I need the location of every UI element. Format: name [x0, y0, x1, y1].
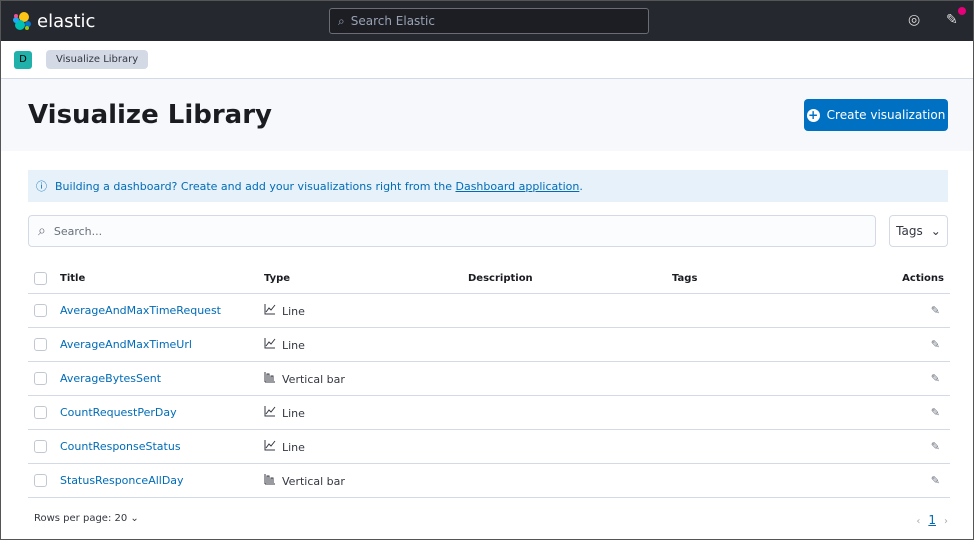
column-actions: Actions — [768, 265, 950, 294]
notification-badge — [958, 7, 966, 15]
visualization-type: Line — [282, 406, 305, 420]
edit-pencil-icon[interactable]: ✎ — [931, 372, 940, 385]
visualization-type: Line — [282, 338, 305, 352]
space-avatar[interactable]: D — [14, 50, 32, 69]
search-placeholder: Search... — [53, 224, 103, 238]
rows-per-page-button[interactable]: Rows per page: 20 ⌄ — [34, 513, 139, 527]
row-checkbox[interactable] — [34, 439, 47, 453]
elastic-logo-icon — [13, 12, 31, 30]
prev-page-icon[interactable]: ‹ — [916, 516, 920, 527]
top-nav: elastic ⌕ Search Elastic ◎ ✎ — [1, 1, 973, 41]
page-1-button[interactable]: 1 — [928, 513, 936, 527]
breadcrumb[interactable]: Visualize Library — [46, 50, 149, 69]
column-type[interactable]: Type — [264, 265, 468, 294]
tags-filter-button[interactable]: Tags ⌄ — [889, 215, 948, 247]
bar-chart-icon — [264, 473, 276, 488]
visualization-type: Line — [282, 440, 305, 454]
visualization-title-link[interactable]: CountResponseStatus — [60, 440, 181, 453]
row-checkbox[interactable] — [34, 473, 47, 487]
search-placeholder: Search Elastic — [350, 14, 435, 28]
line-chart-icon — [264, 303, 276, 318]
row-checkbox[interactable] — [34, 371, 47, 385]
edit-pencil-icon[interactable]: ✎ — [931, 304, 940, 317]
visualization-type: Line — [282, 304, 305, 318]
edit-pencil-icon[interactable]: ✎ — [931, 338, 940, 351]
global-search-input[interactable]: ⌕ Search Elastic — [329, 8, 649, 34]
visualizations-table: Title Type Description Tags Actions Aver… — [28, 265, 950, 498]
line-chart-icon — [264, 439, 276, 454]
table-row: CountResponseStatus Line ✎ — [28, 429, 950, 464]
visualization-type: Vertical bar — [282, 372, 345, 386]
search-icon: ⌕ — [38, 223, 46, 239]
column-description: Description — [468, 265, 672, 294]
help-icon[interactable]: ◎ — [908, 12, 920, 28]
row-checkbox[interactable] — [34, 303, 47, 317]
info-callout: ⓘ Building a dashboard? Create and add y… — [28, 170, 948, 202]
column-tags: Tags — [672, 265, 769, 294]
news-icon[interactable]: ✎ — [946, 12, 958, 28]
tags-label: Tags — [896, 224, 923, 238]
visualization-title-link[interactable]: CountRequestPerDay — [60, 406, 177, 419]
line-chart-icon — [264, 337, 276, 352]
create-label: Create visualization — [826, 108, 946, 122]
visualization-title-link[interactable]: StatusResponceAllDay — [60, 474, 184, 487]
info-icon: ⓘ — [36, 180, 47, 193]
chevron-down-icon: ⌄ — [930, 224, 941, 238]
edit-pencil-icon[interactable]: ✎ — [931, 406, 940, 419]
table-row: AverageBytesSent Vertical bar ✎ — [28, 361, 950, 396]
breadcrumb-bar: D Visualize Library — [1, 41, 973, 79]
search-input[interactable]: ⌕ Search... — [28, 215, 876, 247]
table-row: AverageAndMaxTimeUrl Line ✎ — [28, 327, 950, 362]
visualization-type: Vertical bar — [282, 474, 345, 488]
page-title: Visualize Library — [28, 100, 272, 130]
row-checkbox[interactable] — [34, 337, 47, 351]
callout-text: Building a dashboard? Create and add you… — [55, 179, 456, 193]
select-all-checkbox[interactable] — [34, 272, 47, 286]
edit-pencil-icon[interactable]: ✎ — [931, 440, 940, 453]
row-checkbox[interactable] — [34, 405, 47, 419]
visualization-title-link[interactable]: AverageBytesSent — [60, 372, 161, 385]
plus-icon: + — [806, 107, 820, 122]
table-row: AverageAndMaxTimeRequest Line ✎ — [28, 293, 950, 328]
elastic-logo[interactable]: elastic — [12, 11, 95, 32]
visualization-title-link[interactable]: AverageAndMaxTimeRequest — [60, 304, 221, 317]
rows-per-page-label: Rows per page: 20 — [34, 513, 128, 524]
table-row: StatusResponceAllDay Vertical bar ✎ — [28, 463, 950, 498]
column-title[interactable]: Title — [60, 265, 264, 294]
bar-chart-icon — [264, 371, 276, 386]
create-visualization-button[interactable]: + Create visualization — [804, 99, 948, 131]
callout-end: . — [579, 179, 583, 193]
table-row: CountRequestPerDay Line ✎ — [28, 395, 950, 430]
chevron-down-icon: ⌄ — [130, 513, 139, 524]
line-chart-icon — [264, 405, 276, 420]
dashboard-link[interactable]: Dashboard application — [455, 180, 579, 193]
search-icon: ⌕ — [338, 13, 345, 28]
edit-pencil-icon[interactable]: ✎ — [931, 474, 940, 487]
page-header: Visualize Library + Create visualization — [1, 79, 973, 151]
visualization-title-link[interactable]: AverageAndMaxTimeUrl — [60, 338, 192, 351]
next-page-icon[interactable]: › — [944, 516, 948, 527]
brand-name: elastic — [37, 10, 96, 32]
